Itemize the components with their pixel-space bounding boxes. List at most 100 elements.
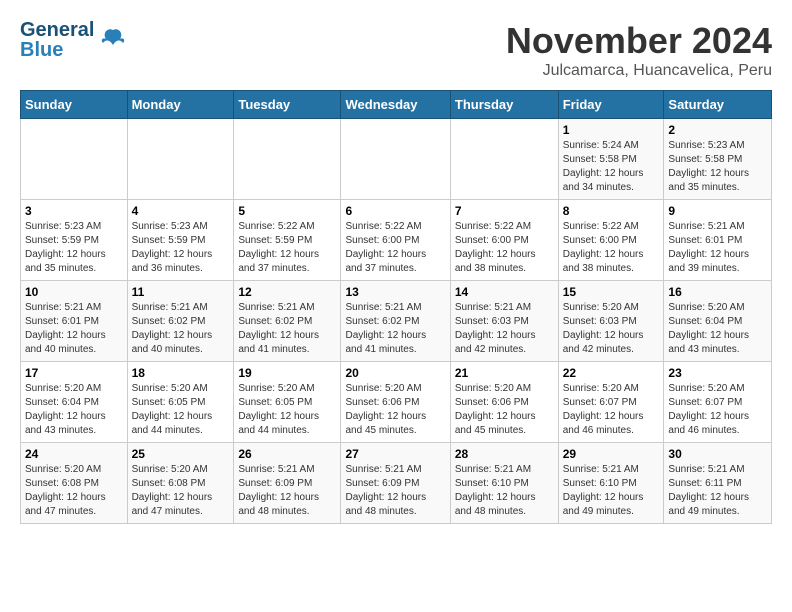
day-cell: 10 Sunrise: 5:21 AM Sunset: 6:01 PM Dayli… xyxy=(21,281,128,362)
day-number: 13 xyxy=(345,285,445,299)
day-info: Sunrise: 5:20 AM Sunset: 6:06 PM Dayligh… xyxy=(455,382,554,438)
weekday-header-row: SundayMondayTuesdayWednesdayThursdayFrid… xyxy=(21,91,772,119)
logo-blue: Blue xyxy=(20,40,94,60)
day-info: Sunrise: 5:20 AM Sunset: 6:05 PM Dayligh… xyxy=(238,382,336,438)
location: Julcamarca, Huancavelica, Peru xyxy=(506,62,772,80)
day-cell: 20 Sunrise: 5:20 AM Sunset: 6:06 PM Dayli… xyxy=(341,362,450,443)
logo-bird-icon xyxy=(98,25,128,55)
week-row-2: 3Sunrise: 5:23 AM Sunset: 5:59 PM Daylig… xyxy=(21,200,772,281)
day-info: Sunrise: 5:20 AM Sunset: 6:06 PM Dayligh… xyxy=(345,382,445,438)
day-info: Sunrise: 5:21 AM Sunset: 6:10 PM Dayligh… xyxy=(455,463,554,519)
calendar-body: 1 Sunrise: 5:24 AM Sunset: 5:58 PM Daylig… xyxy=(21,119,772,524)
day-cell: 1 Sunrise: 5:24 AM Sunset: 5:58 PM Daylig… xyxy=(558,119,664,200)
week-row-1: 1 Sunrise: 5:24 AM Sunset: 5:58 PM Daylig… xyxy=(21,119,772,200)
day-cell: 2Sunrise: 5:23 AM Sunset: 5:58 PM Daylig… xyxy=(664,119,772,200)
day-info: Sunrise: 5:21 AM Sunset: 6:03 PM Dayligh… xyxy=(455,301,554,357)
day-cell: 21 Sunrise: 5:20 AM Sunset: 6:06 PM Dayli… xyxy=(450,362,558,443)
day-cell: 30Sunrise: 5:21 AM Sunset: 6:11 PM Dayli… xyxy=(664,443,772,524)
day-cell: 29 Sunrise: 5:21 AM Sunset: 6:10 PM Dayli… xyxy=(558,443,664,524)
week-row-4: 17 Sunrise: 5:20 AM Sunset: 6:04 PM Dayli… xyxy=(21,362,772,443)
day-cell: 8Sunrise: 5:22 AM Sunset: 6:00 PM Daylig… xyxy=(558,200,664,281)
day-cell: 27 Sunrise: 5:21 AM Sunset: 6:09 PM Dayli… xyxy=(341,443,450,524)
logo: General Blue xyxy=(20,20,128,60)
day-info: Sunrise: 5:22 AM Sunset: 6:00 PM Dayligh… xyxy=(455,220,554,276)
day-info: Sunrise: 5:22 AM Sunset: 6:00 PM Dayligh… xyxy=(345,220,445,276)
day-number: 2 xyxy=(668,123,767,137)
day-number: 22 xyxy=(563,366,660,380)
day-cell: 28 Sunrise: 5:21 AM Sunset: 6:10 PM Dayli… xyxy=(450,443,558,524)
day-number: 7 xyxy=(455,204,554,218)
day-number: 23 xyxy=(668,366,767,380)
day-number: 24 xyxy=(25,447,123,461)
day-info: Sunrise: 5:21 AM Sunset: 6:01 PM Dayligh… xyxy=(668,220,767,276)
day-number: 17 xyxy=(25,366,123,380)
day-info: Sunrise: 5:21 AM Sunset: 6:02 PM Dayligh… xyxy=(345,301,445,357)
day-cell xyxy=(341,119,450,200)
day-number: 27 xyxy=(345,447,445,461)
day-info: Sunrise: 5:20 AM Sunset: 6:07 PM Dayligh… xyxy=(563,382,660,438)
day-number: 26 xyxy=(238,447,336,461)
day-number: 28 xyxy=(455,447,554,461)
day-number: 15 xyxy=(563,285,660,299)
day-info: Sunrise: 5:24 AM Sunset: 5:58 PM Dayligh… xyxy=(563,139,660,195)
day-number: 21 xyxy=(455,366,554,380)
day-cell: 5Sunrise: 5:22 AM Sunset: 5:59 PM Daylig… xyxy=(234,200,341,281)
day-info: Sunrise: 5:20 AM Sunset: 6:04 PM Dayligh… xyxy=(25,382,123,438)
weekday-wednesday: Wednesday xyxy=(341,91,450,119)
day-cell xyxy=(127,119,234,200)
day-number: 4 xyxy=(132,204,230,218)
day-info: Sunrise: 5:21 AM Sunset: 6:09 PM Dayligh… xyxy=(345,463,445,519)
weekday-monday: Monday xyxy=(127,91,234,119)
day-number: 14 xyxy=(455,285,554,299)
weekday-thursday: Thursday xyxy=(450,91,558,119)
day-cell: 11 Sunrise: 5:21 AM Sunset: 6:02 PM Dayli… xyxy=(127,281,234,362)
day-info: Sunrise: 5:21 AM Sunset: 6:02 PM Dayligh… xyxy=(132,301,230,357)
day-cell: 18 Sunrise: 5:20 AM Sunset: 6:05 PM Dayli… xyxy=(127,362,234,443)
day-cell xyxy=(450,119,558,200)
weekday-friday: Friday xyxy=(558,91,664,119)
day-number: 8 xyxy=(563,204,660,218)
day-info: Sunrise: 5:21 AM Sunset: 6:01 PM Dayligh… xyxy=(25,301,123,357)
day-cell: 6Sunrise: 5:22 AM Sunset: 6:00 PM Daylig… xyxy=(341,200,450,281)
day-number: 30 xyxy=(668,447,767,461)
day-info: Sunrise: 5:20 AM Sunset: 6:07 PM Dayligh… xyxy=(668,382,767,438)
day-info: Sunrise: 5:20 AM Sunset: 6:04 PM Dayligh… xyxy=(668,301,767,357)
day-cell: 19 Sunrise: 5:20 AM Sunset: 6:05 PM Dayli… xyxy=(234,362,341,443)
calendar-table: SundayMondayTuesdayWednesdayThursdayFrid… xyxy=(20,90,772,524)
day-cell: 25Sunrise: 5:20 AM Sunset: 6:08 PM Dayli… xyxy=(127,443,234,524)
day-info: Sunrise: 5:20 AM Sunset: 6:08 PM Dayligh… xyxy=(132,463,230,519)
day-cell: 22 Sunrise: 5:20 AM Sunset: 6:07 PM Dayli… xyxy=(558,362,664,443)
day-number: 29 xyxy=(563,447,660,461)
day-cell: 16 Sunrise: 5:20 AM Sunset: 6:04 PM Dayli… xyxy=(664,281,772,362)
day-cell: 7 Sunrise: 5:22 AM Sunset: 6:00 PM Daylig… xyxy=(450,200,558,281)
week-row-5: 24 Sunrise: 5:20 AM Sunset: 6:08 PM Dayli… xyxy=(21,443,772,524)
title-section: November 2024 Julcamarca, Huancavelica, … xyxy=(506,20,772,80)
day-cell xyxy=(234,119,341,200)
day-cell: 24 Sunrise: 5:20 AM Sunset: 6:08 PM Dayli… xyxy=(21,443,128,524)
day-cell: 13 Sunrise: 5:21 AM Sunset: 6:02 PM Dayli… xyxy=(341,281,450,362)
day-number: 16 xyxy=(668,285,767,299)
day-number: 12 xyxy=(238,285,336,299)
logo-general: General xyxy=(20,20,94,40)
day-number: 1 xyxy=(563,123,660,137)
week-row-3: 10 Sunrise: 5:21 AM Sunset: 6:01 PM Dayli… xyxy=(21,281,772,362)
day-number: 20 xyxy=(345,366,445,380)
day-info: Sunrise: 5:20 AM Sunset: 6:05 PM Dayligh… xyxy=(132,382,230,438)
day-info: Sunrise: 5:20 AM Sunset: 6:03 PM Dayligh… xyxy=(563,301,660,357)
day-cell xyxy=(21,119,128,200)
month-title: November 2024 xyxy=(506,20,772,62)
weekday-saturday: Saturday xyxy=(664,91,772,119)
day-info: Sunrise: 5:21 AM Sunset: 6:10 PM Dayligh… xyxy=(563,463,660,519)
day-number: 19 xyxy=(238,366,336,380)
day-info: Sunrise: 5:22 AM Sunset: 5:59 PM Dayligh… xyxy=(238,220,336,276)
day-info: Sunrise: 5:23 AM Sunset: 5:59 PM Dayligh… xyxy=(25,220,123,276)
day-cell: 9Sunrise: 5:21 AM Sunset: 6:01 PM Daylig… xyxy=(664,200,772,281)
day-cell: 14 Sunrise: 5:21 AM Sunset: 6:03 PM Dayli… xyxy=(450,281,558,362)
day-number: 18 xyxy=(132,366,230,380)
day-info: Sunrise: 5:20 AM Sunset: 6:08 PM Dayligh… xyxy=(25,463,123,519)
day-info: Sunrise: 5:21 AM Sunset: 6:09 PM Dayligh… xyxy=(238,463,336,519)
day-number: 11 xyxy=(132,285,230,299)
day-cell: 12Sunrise: 5:21 AM Sunset: 6:02 PM Dayli… xyxy=(234,281,341,362)
weekday-sunday: Sunday xyxy=(21,91,128,119)
day-number: 10 xyxy=(25,285,123,299)
